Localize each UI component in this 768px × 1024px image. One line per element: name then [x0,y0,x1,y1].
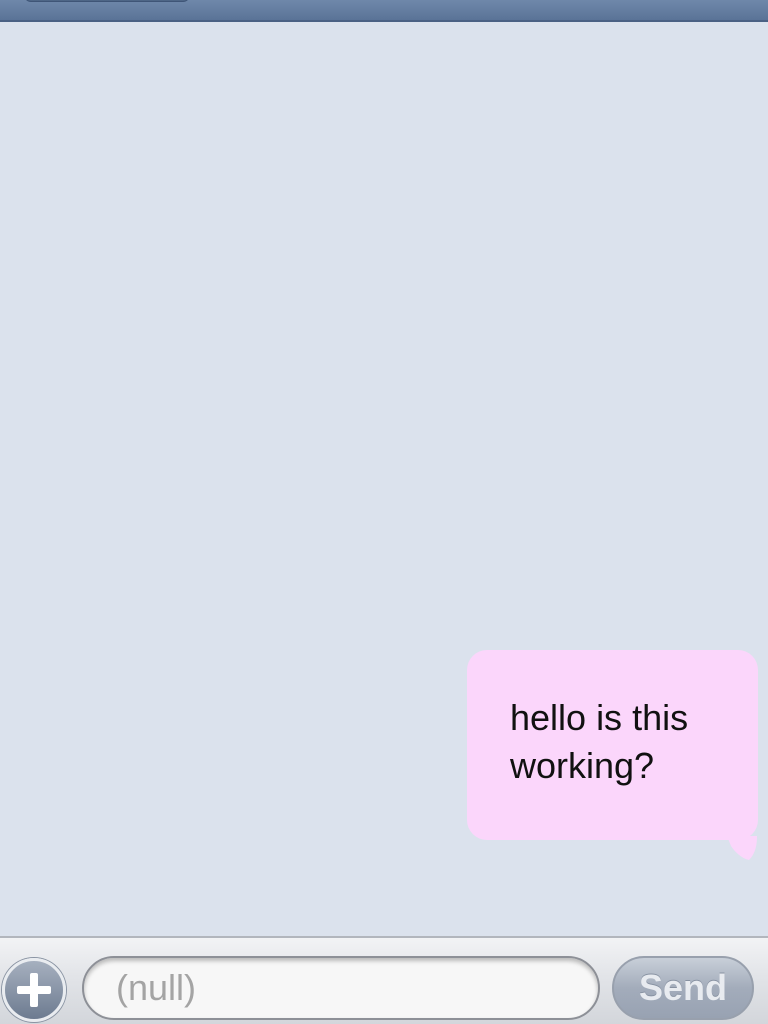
message-text: hello is this working? [510,697,689,786]
send-button[interactable]: Send [612,956,754,1020]
back-button[interactable] [24,0,190,2]
add-attachment-button[interactable] [2,958,66,1022]
plus-icon [17,973,51,1007]
navigation-bar [0,0,768,22]
chat-screen: hello is this working? Send [0,0,768,1024]
bubble-tail [727,836,757,860]
composer-bar: Send [0,936,768,1024]
message-input[interactable] [82,956,600,1020]
outgoing-message-bubble: hello is this working? [467,650,758,840]
message-list[interactable]: hello is this working? [0,22,768,936]
